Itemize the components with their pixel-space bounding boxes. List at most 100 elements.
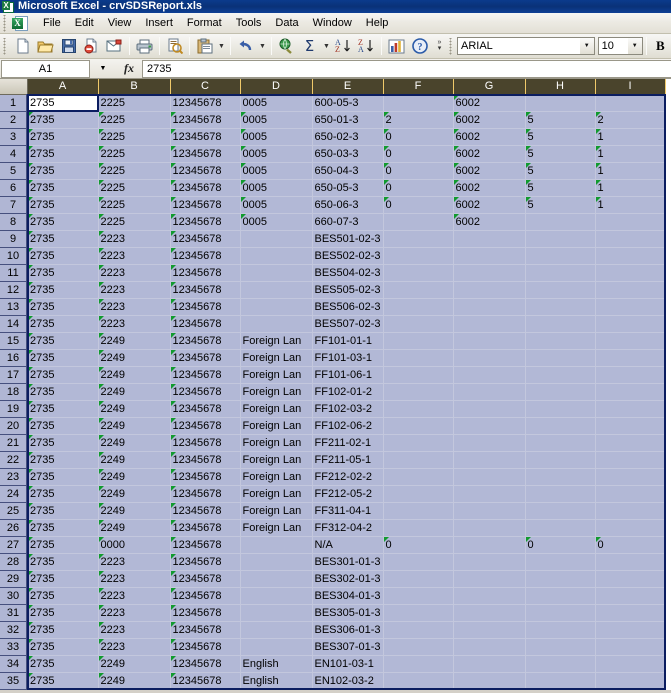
paste-icon[interactable] xyxy=(193,35,216,57)
cell-C10[interactable]: 12345678 xyxy=(170,247,241,265)
cell-I1[interactable] xyxy=(595,94,666,112)
menu-item-help[interactable]: Help xyxy=(359,15,396,32)
column-header-e[interactable]: E xyxy=(312,79,384,95)
cell-E2[interactable]: 650-01-3 xyxy=(312,111,384,129)
cell-E17[interactable]: FF101-06-1 xyxy=(312,366,384,384)
cell-E11[interactable]: BES504-02-3 xyxy=(312,264,384,282)
cell-E14[interactable]: BES507-02-3 xyxy=(312,315,384,333)
cell-F10[interactable] xyxy=(383,247,454,265)
cell-I17[interactable] xyxy=(595,366,666,384)
cell-B26[interactable]: 2249 xyxy=(98,519,171,537)
cell-I13[interactable] xyxy=(595,298,666,316)
cell-A28[interactable]: 2735 xyxy=(27,553,99,571)
cell-B6[interactable]: 2225 xyxy=(98,179,171,197)
cell-E9[interactable]: BES501-02-3 xyxy=(312,230,384,248)
cell-H31[interactable] xyxy=(525,604,596,622)
cell-B21[interactable]: 2249 xyxy=(98,434,171,452)
cell-G8[interactable]: 6002 xyxy=(453,213,526,231)
cell-H35[interactable] xyxy=(525,672,596,690)
row-header-25[interactable]: 25 xyxy=(0,502,28,520)
cell-C2[interactable]: 12345678 xyxy=(170,111,241,129)
cell-C19[interactable]: 12345678 xyxy=(170,400,241,418)
cell-A34[interactable]: 2735 xyxy=(27,655,99,673)
cell-G10[interactable] xyxy=(453,247,526,265)
cell-B15[interactable]: 2249 xyxy=(98,332,171,350)
cell-I25[interactable] xyxy=(595,502,666,520)
cell-F16[interactable] xyxy=(383,349,454,367)
cell-H33[interactable] xyxy=(525,638,596,656)
cell-A5[interactable]: 2735 xyxy=(27,162,99,180)
cell-I24[interactable] xyxy=(595,485,666,503)
cell-G20[interactable] xyxy=(453,417,526,435)
cell-E31[interactable]: BES305-01-3 xyxy=(312,604,384,622)
cell-C3[interactable]: 12345678 xyxy=(170,128,241,146)
undo-dropdown-arrow[interactable]: ▼ xyxy=(257,35,268,57)
cell-F9[interactable] xyxy=(383,230,454,248)
cell-H17[interactable] xyxy=(525,366,596,384)
cell-C14[interactable]: 12345678 xyxy=(170,315,241,333)
row-header-34[interactable]: 34 xyxy=(0,655,28,673)
column-header-i[interactable]: I xyxy=(595,79,666,95)
cell-I18[interactable] xyxy=(595,383,666,401)
cell-G4[interactable]: 6002 xyxy=(453,145,526,163)
row-header-16[interactable]: 16 xyxy=(0,349,28,367)
cell-H29[interactable] xyxy=(525,570,596,588)
cell-E29[interactable]: BES302-01-3 xyxy=(312,570,384,588)
cell-I9[interactable] xyxy=(595,230,666,248)
cell-A18[interactable]: 2735 xyxy=(27,383,99,401)
cell-F33[interactable] xyxy=(383,638,454,656)
cell-B3[interactable]: 2225 xyxy=(98,128,171,146)
cell-F30[interactable] xyxy=(383,587,454,605)
cell-E22[interactable]: FF211-05-1 xyxy=(312,451,384,469)
row-header-33[interactable]: 33 xyxy=(0,638,28,656)
cell-B11[interactable]: 2223 xyxy=(98,264,171,282)
paste-dropdown-arrow[interactable]: ▼ xyxy=(216,35,227,57)
cell-E12[interactable]: BES505-02-3 xyxy=(312,281,384,299)
row-header-17[interactable]: 17 xyxy=(0,366,28,384)
cell-E3[interactable]: 650-02-3 xyxy=(312,128,384,146)
cell-B10[interactable]: 2223 xyxy=(98,247,171,265)
row-header-19[interactable]: 19 xyxy=(0,400,28,418)
cell-G33[interactable] xyxy=(453,638,526,656)
cell-H2[interactable]: 5 xyxy=(525,111,596,129)
cell-F15[interactable] xyxy=(383,332,454,350)
cell-G9[interactable] xyxy=(453,230,526,248)
cell-A33[interactable]: 2735 xyxy=(27,638,99,656)
cell-E27[interactable]: N/A xyxy=(312,536,384,554)
cell-F25[interactable] xyxy=(383,502,454,520)
cell-B2[interactable]: 2225 xyxy=(98,111,171,129)
toolbar-grip-handle[interactable] xyxy=(2,37,9,55)
cell-H11[interactable] xyxy=(525,264,596,282)
column-header-g[interactable]: G xyxy=(453,79,526,95)
hyperlink-icon[interactable] xyxy=(275,35,298,57)
cell-A4[interactable]: 2735 xyxy=(27,145,99,163)
row-header-18[interactable]: 18 xyxy=(0,383,28,401)
cell-G32[interactable] xyxy=(453,621,526,639)
cell-D30[interactable] xyxy=(240,587,313,605)
cell-D3[interactable]: 0005 xyxy=(240,128,313,146)
cell-I5[interactable]: 1 xyxy=(595,162,666,180)
cell-F24[interactable] xyxy=(383,485,454,503)
cell-C20[interactable]: 12345678 xyxy=(170,417,241,435)
row-header-35[interactable]: 35 xyxy=(0,672,28,690)
cell-A32[interactable]: 2735 xyxy=(27,621,99,639)
cell-C25[interactable]: 12345678 xyxy=(170,502,241,520)
cell-H24[interactable] xyxy=(525,485,596,503)
cell-C5[interactable]: 12345678 xyxy=(170,162,241,180)
cell-B33[interactable]: 2223 xyxy=(98,638,171,656)
cell-D1[interactable]: 0005 xyxy=(240,94,313,112)
cell-D7[interactable]: 0005 xyxy=(240,196,313,214)
cell-B5[interactable]: 2225 xyxy=(98,162,171,180)
cell-C11[interactable]: 12345678 xyxy=(170,264,241,282)
menu-item-file[interactable]: File xyxy=(36,15,68,32)
cell-H3[interactable]: 5 xyxy=(525,128,596,146)
cell-D14[interactable] xyxy=(240,315,313,333)
menu-item-insert[interactable]: Insert xyxy=(138,15,180,32)
cell-I31[interactable] xyxy=(595,604,666,622)
insert-function-icon[interactable]: fx xyxy=(116,60,142,78)
cell-D9[interactable] xyxy=(240,230,313,248)
cell-D4[interactable]: 0005 xyxy=(240,145,313,163)
cell-H16[interactable] xyxy=(525,349,596,367)
cell-A3[interactable]: 2735 xyxy=(27,128,99,146)
help-icon[interactable]: ? xyxy=(408,35,431,57)
